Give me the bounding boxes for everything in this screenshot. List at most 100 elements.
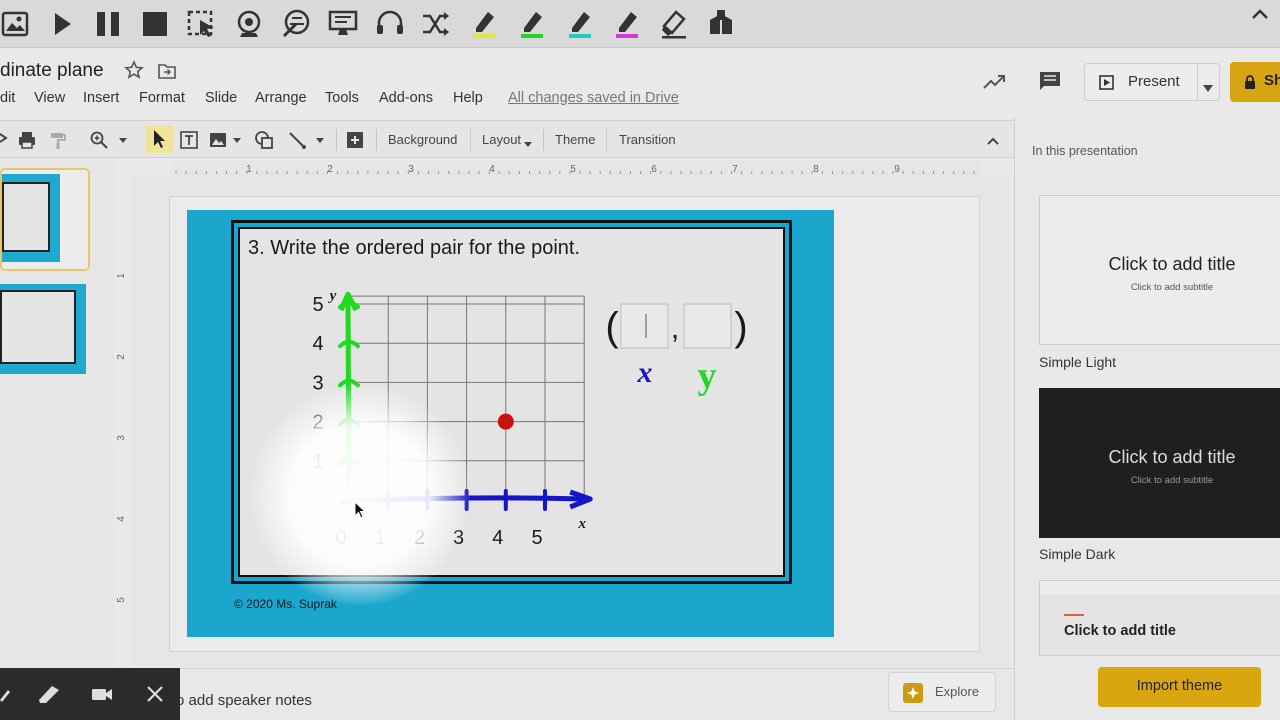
menu-insert[interactable]: Insert [83,90,119,106]
paint-format-icon[interactable] [48,130,68,150]
ruler-tick-label: 2 [327,164,333,175]
menu-edit[interactable]: dit [0,90,15,106]
speaker-notes-placeholder[interactable]: o add speaker notes [176,692,312,709]
layout-dropdown-icon[interactable] [523,135,533,147]
image-icon[interactable] [0,8,32,40]
import-theme-button[interactable]: Import theme [1098,667,1261,707]
theme-name: Simple Light [1039,354,1117,370]
monitor-icon[interactable] [327,8,359,40]
explore-icon [903,683,923,703]
menu-format[interactable]: Format [139,90,185,106]
theme-card-third[interactable]: Click to add title [1039,580,1280,656]
menu-arrange[interactable]: Arrange [255,90,307,106]
share-label: Sh [1264,72,1280,89]
present-button[interactable]: Present [1084,63,1220,101]
coordinate-plane: 0 1 2 3 4 5 1 2 3 4 5 x y (,) x y [312,288,747,549]
menu-tools[interactable]: Tools [325,90,359,106]
eraser-icon[interactable] [658,8,690,40]
marker-icon[interactable] [38,684,60,704]
webcam-icon[interactable] [233,8,265,40]
x-tick-label: 3 [453,527,464,549]
headset-icon[interactable] [374,8,406,40]
ruler-tick-label: 6 [651,164,657,175]
save-status-link[interactable]: All changes saved in Drive [508,90,679,106]
transition-button[interactable]: Transition [619,132,676,147]
slide-thumbnail-selected[interactable] [0,168,90,271]
share-button[interactable]: Sh [1230,62,1280,102]
move-to-folder-icon[interactable] [157,62,177,80]
toolbar-separator [543,129,544,151]
theme-card-simple-dark[interactable]: Click to add title Click to add subtitle [1039,388,1280,538]
line-dropdown-icon[interactable] [314,130,326,150]
screen: dinate plane dit View Insert Format Slid… [0,0,1280,720]
highlighter-green-icon[interactable] [516,8,548,40]
theme-accent-line [1064,614,1084,616]
menu-help[interactable]: Help [453,90,483,106]
camera-icon[interactable] [91,684,113,704]
package-icon[interactable] [705,8,737,40]
theme-card-subtitle: Click to add subtitle [1130,475,1214,486]
x-tick-label: 0 [335,527,346,549]
highlighter-magenta-icon[interactable] [611,8,643,40]
highlighter-teal-icon[interactable] [564,8,596,40]
menu-view[interactable]: View [34,90,65,106]
ruler-tick-label: 5 [570,164,576,175]
theme-card-title: Click to add title [1108,447,1236,467]
shuffle-icon[interactable] [420,8,452,40]
vertical-ruler: 1 2 3 4 5 [116,273,127,603]
line-icon[interactable] [287,130,307,150]
ruler-tick-label: 1 [116,273,127,279]
present-label: Present [1128,73,1180,90]
select-tool[interactable] [145,125,173,153]
star-icon[interactable] [124,60,144,80]
redo-icon[interactable] [0,130,8,150]
x-tick-label: 2 [414,527,425,549]
mouse-cursor-icon [354,500,367,519]
stop-icon[interactable] [140,8,172,40]
text-box-icon[interactable] [179,130,199,150]
recorder-panel [0,668,180,720]
highlighter-yellow-icon[interactable] [468,8,500,40]
chevron-up-icon[interactable] [986,133,1000,145]
theme-card-title: Click to add title [1108,254,1236,274]
zoom-dropdown-icon[interactable] [117,130,129,150]
layout-button[interactable]: Layout [482,132,521,147]
annotate-icon[interactable] [280,8,312,40]
pen-icon[interactable] [0,684,10,704]
explore-button[interactable]: Explore [888,672,996,712]
x-answer-box [620,303,669,349]
play-icon[interactable] [46,8,78,40]
menu-slide[interactable]: Slide [205,90,237,106]
lock-icon [1244,75,1256,89]
shape-icon[interactable] [254,130,274,150]
theme-name: Simple Dark [1039,546,1116,562]
chevron-up-icon[interactable] [1250,6,1270,22]
insert-image-icon[interactable] [208,130,228,150]
ruler-tick-label: 3 [408,164,414,175]
print-icon[interactable] [17,130,37,150]
ruler-tick-label: 8 [813,164,819,175]
theme-button[interactable]: Theme [555,132,595,147]
slide-thumbnail[interactable] [0,284,86,374]
comment-icon[interactable] [1038,70,1062,92]
theme-card-simple-light[interactable]: Click to add title Click to add subtitle [1039,195,1280,345]
activity-trend-icon[interactable] [982,72,1006,92]
document-title[interactable]: dinate plane [0,60,104,82]
x-tick-label: 4 [492,527,503,549]
close-icon[interactable] [144,684,166,704]
toolbar-separator [376,129,377,151]
thumbnail-content [0,290,76,364]
region-select-icon[interactable] [186,8,218,40]
new-comment-icon[interactable] [345,130,365,150]
y-tick-label: 5 [312,294,323,316]
ruler-tick-label: 1 [246,164,252,175]
menu-addons[interactable]: Add-ons [379,90,433,106]
chevron-down-icon[interactable] [1203,79,1213,92]
ordered-pair-open-paren: ( [605,305,619,349]
slide-canvas[interactable]: 3. Write the ordered pair for the point.… [187,210,834,637]
zoom-icon[interactable] [89,130,109,150]
image-dropdown-icon[interactable] [231,130,243,150]
pause-icon[interactable] [92,8,124,40]
x-tick-label: 5 [531,527,542,549]
background-button[interactable]: Background [388,132,457,147]
